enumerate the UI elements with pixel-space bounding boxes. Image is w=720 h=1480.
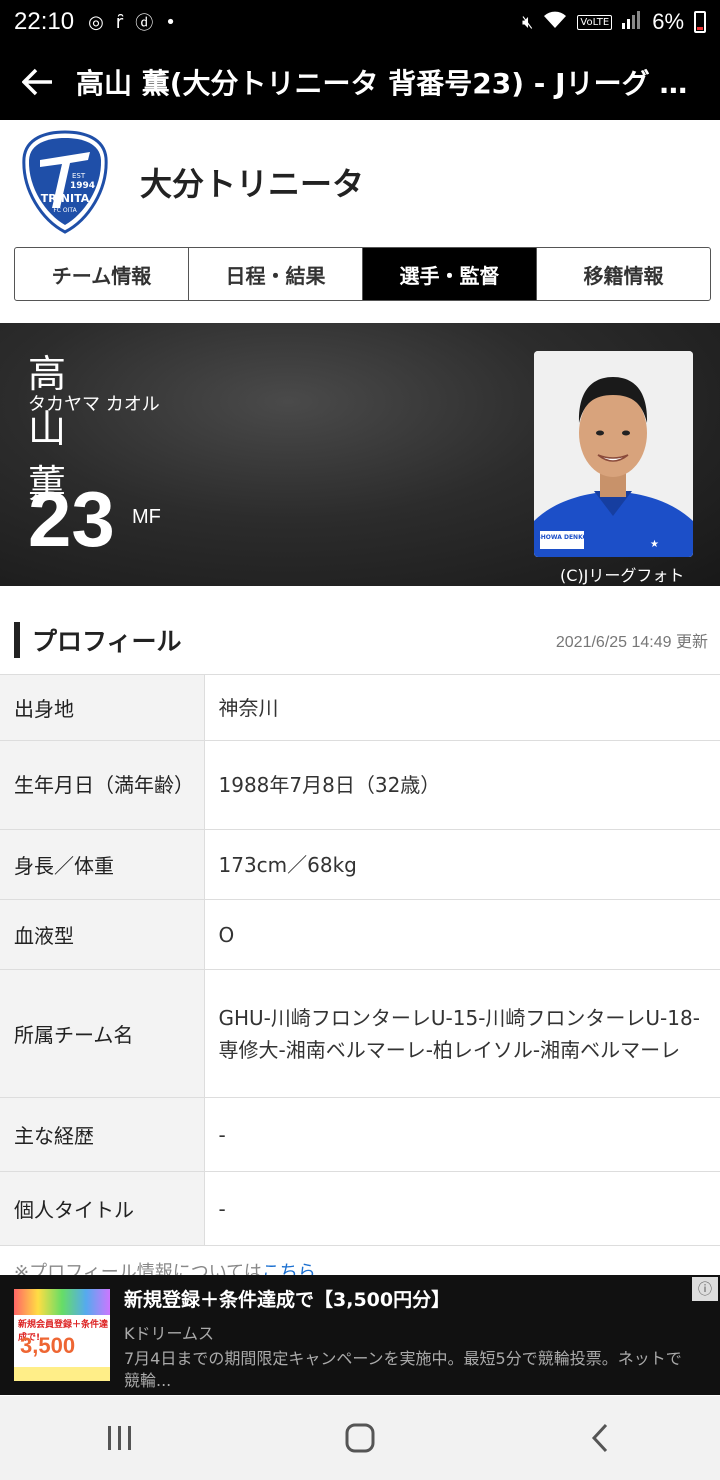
table-row: 血液型 O: [0, 899, 720, 970]
row-key: 生年月日（満年齢）: [0, 740, 205, 830]
status-bar: 22:10 ◎ ȓ ⓓ • 🔇︎ VoLTE 6%: [0, 0, 720, 44]
jersey-sponsor: SHOWA DENKO: [536, 534, 587, 541]
ad-image[interactable]: 新規会員登録＋条件達成で! 3,500: [14, 1289, 110, 1381]
player-photo: SHOWA DENKO ★: [534, 351, 693, 557]
status-time: 22:10: [14, 8, 75, 35]
profile-table: 出身地 神奈川 生年月日（満年齢） 1988年7月8日（32歳） 身長／体重 1…: [0, 674, 720, 1246]
tab-players-staff[interactable]: 選手・監督: [363, 248, 537, 300]
data-saver-icon: ⓓ: [135, 13, 154, 34]
player-number: 23: [28, 475, 115, 563]
table-row: 生年月日（満年齢） 1988年7月8日（32歳）: [0, 740, 720, 830]
mute-icon: 🔇︎: [522, 11, 534, 33]
player-kana: タカヤマ カオル: [28, 394, 160, 415]
ad-banner[interactable]: 新規会員登録＋条件達成で! 3,500 新規登録＋条件達成で【3,500円分】 …: [0, 1275, 720, 1395]
logo-text: TRINITA: [41, 192, 90, 205]
tab-transfer-info[interactable]: 移籍情報: [537, 248, 710, 300]
recent-apps-icon[interactable]: [80, 1408, 160, 1468]
ad-image-amount: 3,500: [20, 1333, 76, 1358]
team-name: 大分トリニータ: [140, 165, 365, 203]
logo-est: EST: [72, 172, 86, 180]
profile-header: プロフィール 2021/6/25 14:49 更新: [14, 620, 708, 660]
row-value: -: [204, 1097, 720, 1172]
app-bar: 高山 薫(大分トリニータ 背番号23) - Jリーグ 選...: [0, 44, 720, 120]
section-bar: [14, 622, 20, 658]
sync-icon: ◎: [88, 11, 104, 33]
back-icon[interactable]: [560, 1408, 640, 1468]
table-row: 個人タイトル -: [0, 1171, 720, 1246]
row-value: GHU-川崎フロンターレU-15-川崎フロンターレU-18-専修大-湘南ベルマー…: [204, 969, 720, 1098]
row-key: 血液型: [0, 899, 205, 970]
team-header: EST 1994 TRINITA FC OITA 大分トリニータ: [0, 120, 720, 244]
table-row: 所属チーム名 GHU-川崎フロンターレU-15-川崎フロンターレU-18-専修大…: [0, 969, 720, 1098]
wifi-icon: [543, 11, 567, 34]
info-icon[interactable]: ⓘ: [692, 1277, 718, 1301]
row-value: -: [204, 1171, 720, 1246]
row-key: 主な経歴: [0, 1097, 205, 1172]
battery-icon: [694, 11, 706, 33]
table-row: 出身地 神奈川: [0, 674, 720, 741]
updated-timestamp: 2021/6/25 14:49 更新: [555, 634, 708, 651]
tab-schedule-results[interactable]: 日程・結果: [189, 248, 363, 300]
page-title: 高山 薫(大分トリニータ 背番号23) - Jリーグ 選...: [76, 67, 706, 100]
row-value: O: [204, 899, 720, 970]
status-right: 🔇︎ VoLTE 6%: [522, 9, 706, 35]
logo-sub: FC OITA: [53, 207, 77, 214]
profile-title: プロフィール: [32, 627, 182, 656]
photo-credit: (C)Jリーグフォト: [560, 566, 685, 585]
row-key: 身長／体重: [0, 829, 205, 900]
row-value: 神奈川: [204, 674, 720, 741]
ad-source: Kドリームス: [124, 1324, 215, 1343]
row-key: 個人タイトル: [0, 1171, 205, 1246]
row-value: 173cm／68kg: [204, 829, 720, 900]
table-row: 身長／体重 173cm／68kg: [0, 829, 720, 900]
row-key: 出身地: [0, 674, 205, 741]
ad-description: 7月4日までの期間限定キャンペーンを実施中。最短5分で競輪投票。ネットで競輪..…: [124, 1349, 682, 1390]
nfc-icon: ȓ: [115, 11, 124, 33]
back-arrow-icon[interactable]: [0, 44, 76, 120]
team-tabs: チーム情報 日程・結果 選手・監督 移籍情報: [14, 247, 711, 301]
volte-badge: VoLTE: [577, 14, 613, 30]
home-icon[interactable]: [320, 1408, 400, 1468]
team-logo: EST 1994 TRINITA FC OITA: [22, 130, 108, 234]
tab-team-info[interactable]: チーム情報: [15, 248, 189, 300]
row-key: 所属チーム名: [0, 969, 205, 1098]
svg-text:★: ★: [650, 539, 659, 550]
ad-title[interactable]: 新規登録＋条件達成で【3,500円分】: [124, 1285, 694, 1312]
row-value: 1988年7月8日（32歳）: [204, 740, 720, 830]
ad-body[interactable]: 新規登録＋条件達成で【3,500円分】 Kドリームス 7月4日までの期間限定キャ…: [124, 1275, 694, 1395]
player-position: MF: [132, 506, 161, 528]
logo-year: 1994: [70, 181, 95, 191]
table-row: 主な経歴 -: [0, 1097, 720, 1172]
signal-icon: [622, 10, 642, 34]
notification-dot-icon: •: [165, 11, 176, 33]
system-nav-bar: [0, 1396, 720, 1480]
battery-percent: 6%: [652, 9, 684, 34]
